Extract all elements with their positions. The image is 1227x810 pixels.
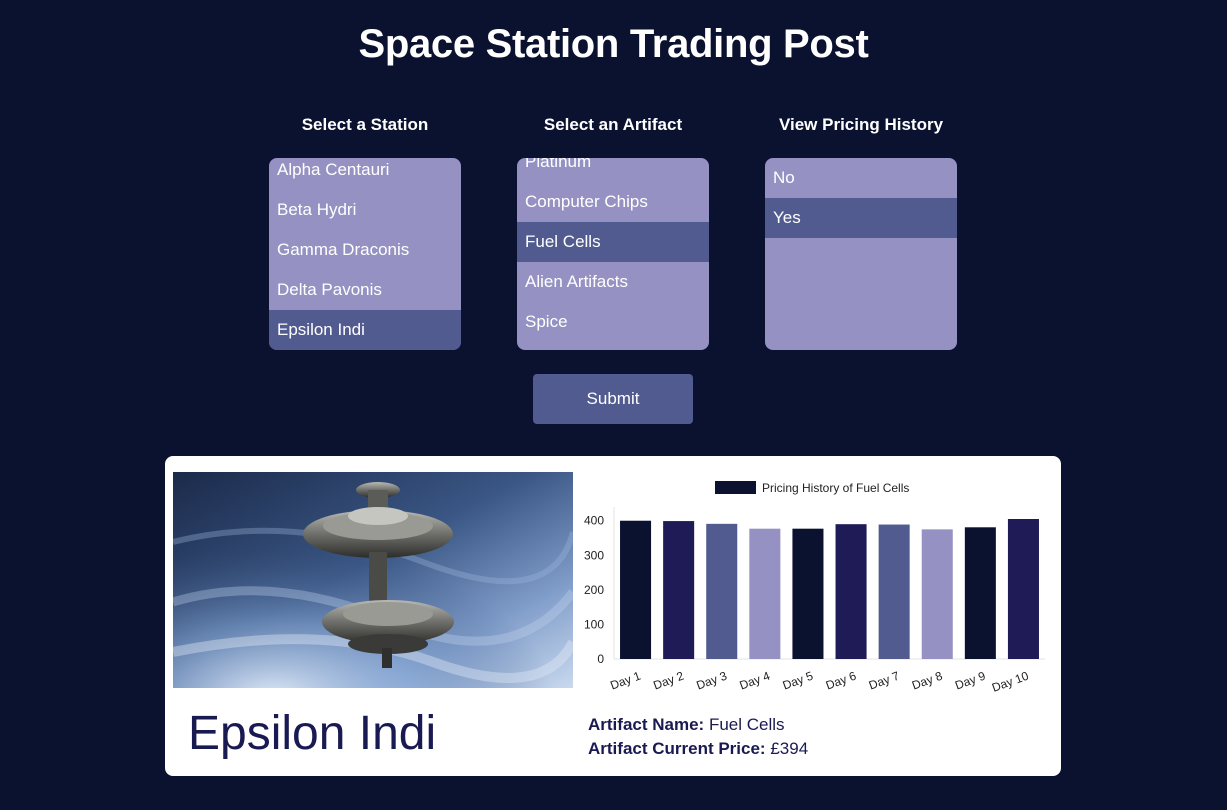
chart-bar: [620, 520, 652, 659]
x-tick-label: Day 4: [738, 669, 773, 693]
station-select-label: Select a Station: [301, 115, 429, 134]
x-tick-label: Day 3: [695, 669, 730, 693]
y-tick-label: 300: [584, 548, 604, 562]
chart-bar: [964, 527, 996, 659]
y-tick-label: 200: [584, 583, 604, 597]
chart-bar: [663, 521, 695, 659]
y-tick-label: 400: [584, 514, 604, 528]
x-tick-label: Day 5: [781, 669, 816, 693]
x-tick-label: Day 1: [608, 669, 643, 693]
pricing-history-chart: Pricing History of Fuel Cells 0 100 200 300…: [573, 472, 1061, 712]
artifact-price-row: Artifact Current Price: £394: [588, 739, 808, 759]
station-option[interactable]: Epsilon Indi: [269, 310, 461, 350]
chart-bar: [878, 524, 910, 659]
legend-swatch: [715, 481, 756, 494]
artifact-option[interactable]: Platinum: [517, 158, 709, 182]
artifact-select-label: Select an Artifact: [543, 115, 683, 134]
x-tick-label: Day 2: [651, 669, 686, 693]
x-tick-label: Day 6: [824, 669, 859, 693]
artifact-option[interactable]: Computer Chips: [517, 182, 709, 222]
submit-button[interactable]: Submit: [533, 374, 693, 424]
history-option[interactable]: No: [765, 158, 957, 198]
y-tick-label: 100: [584, 617, 604, 631]
artifact-listbox[interactable]: Platinum Computer Chips Fuel Cells Alien Ar…: [517, 158, 709, 350]
page-title: Space Station Trading Post: [358, 22, 869, 66]
station-option[interactable]: Gamma Draconis: [269, 230, 461, 270]
y-tick-label: 0: [597, 652, 604, 666]
chart-bar: [749, 528, 781, 659]
chart-bar: [1007, 519, 1039, 659]
station-option[interactable]: Alpha Centauri: [269, 158, 461, 190]
chart-bar: [706, 523, 738, 659]
artifact-option[interactable]: Alien Artifacts: [517, 262, 709, 302]
artifact-option[interactable]: Fuel Cells: [517, 222, 709, 262]
station-name-heading: Epsilon Indi: [188, 707, 437, 760]
station-option[interactable]: Delta Pavonis: [269, 270, 461, 310]
history-listbox[interactable]: No Yes: [765, 158, 957, 350]
station-option[interactable]: Beta Hydri: [269, 190, 461, 230]
x-tick-label: Day 7: [867, 669, 902, 693]
chart-bar: [921, 529, 953, 659]
legend-label: Pricing History of Fuel Cells: [762, 481, 909, 495]
history-select-label: View Pricing History: [778, 115, 944, 134]
station-listbox[interactable]: Alpha Centauri Beta Hydri Gamma Draconis De…: [269, 158, 461, 350]
x-tick-label: Day 8: [910, 669, 945, 693]
artifact-option[interactable]: Spice: [517, 302, 709, 342]
chart-bar: [835, 524, 867, 659]
artifact-price-label: Artifact Current Price:: [588, 739, 766, 758]
artifact-price-value: £394: [770, 739, 809, 758]
chart-svg: Pricing History of Fuel Cells 0 100 200 300…: [584, 481, 1045, 695]
history-option[interactable]: Yes: [765, 198, 957, 238]
artifact-name-value: Fuel Cells: [708, 715, 785, 734]
x-tick-label: Day 10: [990, 669, 1031, 695]
artifact-name-label: Artifact Name:: [588, 715, 705, 734]
x-tick-label: Day 9: [953, 669, 988, 693]
chart-bar: [792, 528, 824, 659]
result-card: Epsilon Indi Pricing History of Fuel Cel…: [165, 456, 1061, 776]
artifact-name-row: Artifact Name: Fuel Cells: [588, 715, 785, 735]
station-image: [173, 472, 573, 688]
